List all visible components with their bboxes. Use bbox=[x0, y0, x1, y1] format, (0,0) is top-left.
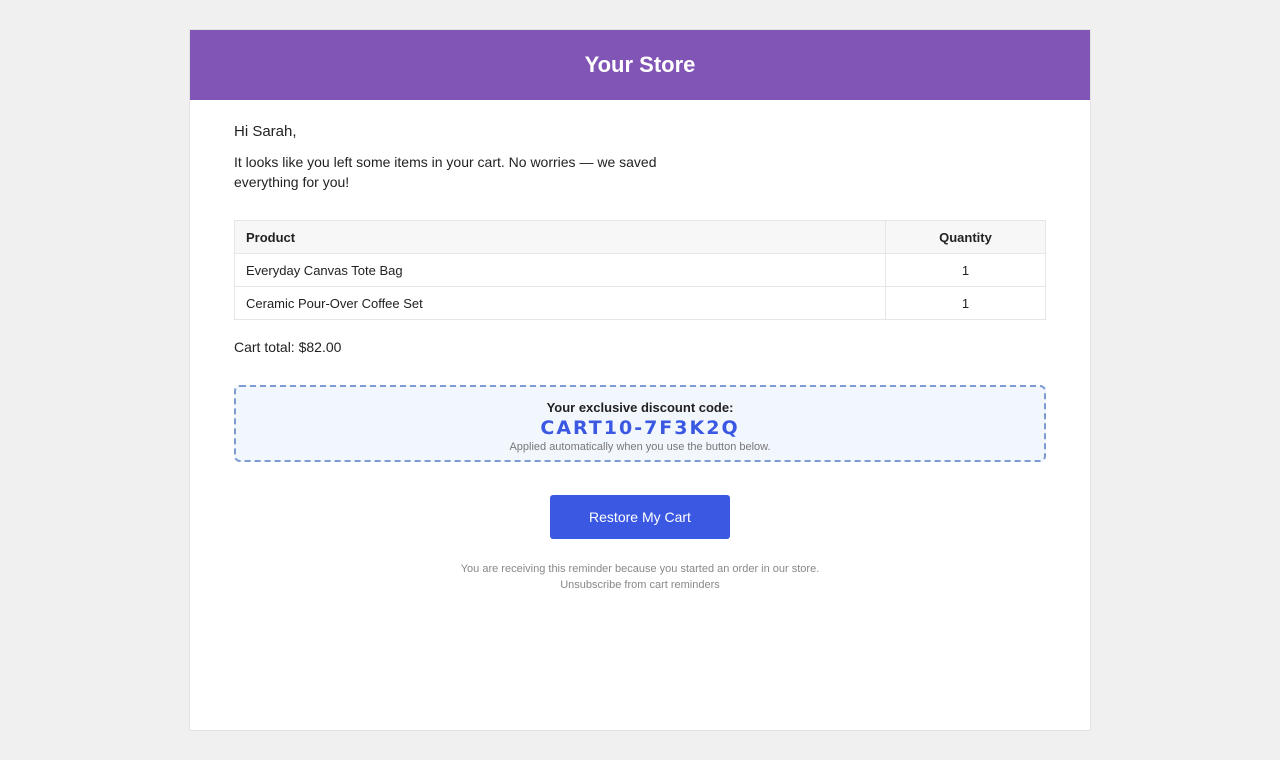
intro-text: It looks like you left some items in you… bbox=[234, 154, 657, 190]
email-body: Hi Sarah, It looks like you left some it… bbox=[190, 122, 1090, 593]
discount-code: CART10-7F3K2Q bbox=[540, 417, 740, 439]
product-name: Ceramic Pour-Over Coffee Set bbox=[234, 286, 886, 320]
cta-container: Restore My Cart bbox=[234, 495, 1046, 539]
discount-box: Your exclusive discount code: CART10-7F3… bbox=[234, 385, 1046, 462]
email-container: Your Store Hi Sarah, It looks like you l… bbox=[190, 30, 1090, 730]
table-row: Everyday Canvas Tote Bag 1 bbox=[234, 253, 1046, 287]
unsubscribe-link[interactable]: Unsubscribe from cart reminders bbox=[560, 579, 720, 591]
email-footer: You are receiving this reminder because … bbox=[234, 561, 1046, 593]
cart-table: Product Quantity Everyday Canvas Tote Ba… bbox=[234, 220, 1046, 320]
column-header-product: Product bbox=[234, 220, 886, 254]
product-name: Everyday Canvas Tote Bag bbox=[234, 253, 886, 287]
discount-label: Your exclusive discount code: bbox=[546, 400, 734, 415]
table-row: Ceramic Pour-Over Coffee Set 1 bbox=[234, 286, 1046, 320]
cart-total: Cart total: $82.00 bbox=[234, 339, 342, 355]
discount-note: Applied automatically when you use the b… bbox=[509, 441, 771, 453]
restore-cart-button[interactable]: Restore My Cart bbox=[550, 495, 730, 539]
product-quantity: 1 bbox=[885, 286, 1046, 320]
email-header: Your Store bbox=[190, 30, 1090, 100]
greeting-text: Hi Sarah, bbox=[234, 123, 297, 140]
product-quantity: 1 bbox=[885, 253, 1046, 287]
cart-table-header-row: Product Quantity bbox=[234, 220, 1046, 254]
column-header-quantity: Quantity bbox=[885, 220, 1046, 254]
store-name: Your Store bbox=[584, 52, 696, 77]
footer-reason: You are receiving this reminder because … bbox=[460, 563, 820, 575]
